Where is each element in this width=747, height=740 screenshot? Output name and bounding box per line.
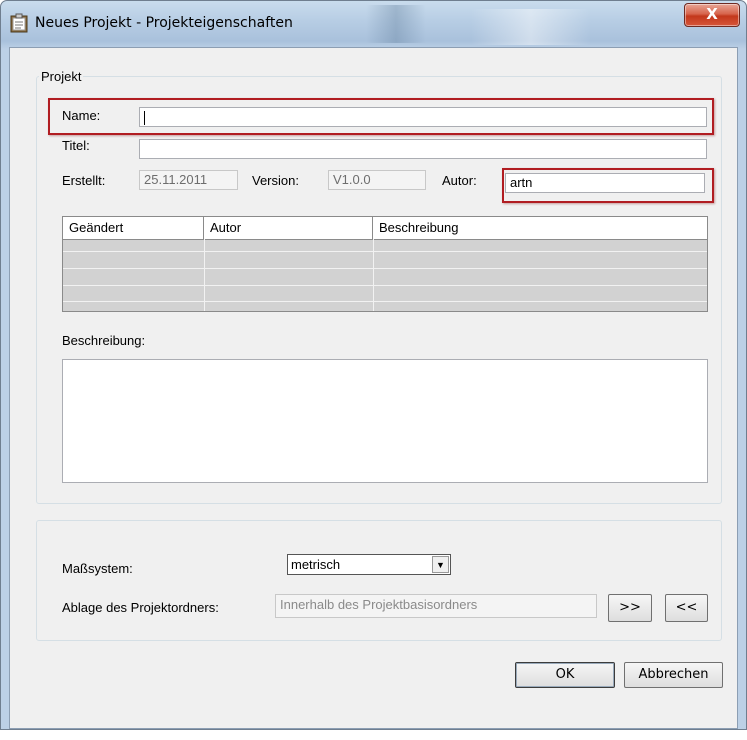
title-bar[interactable]: Neues Projekt - Projekteigenschaften X [1,1,746,47]
column-header-geaendert[interactable]: Geändert [63,217,204,239]
projekt-group-legend: Projekt [39,69,84,84]
cancel-button[interactable]: Abbrechen [624,662,723,688]
close-button[interactable]: X [684,3,740,27]
forward-button[interactable]: >> [608,594,652,622]
titel-label: Titel: [62,138,90,153]
masssystem-label: Maßsystem: [62,561,133,576]
settings-group [36,520,722,641]
masssystem-select[interactable]: metrisch ▼ [287,554,451,575]
erstellt-field: 25.11.2011 [139,170,238,190]
autor-highlight-box [502,168,714,203]
ablage-field: Innerhalb des Projektbasisordners [275,594,597,618]
column-header-autor[interactable]: Autor [204,217,373,239]
history-table-header: Geändert Autor Beschreibung [63,217,707,240]
dialog-body: Projekt Name: Titel: Erstellt: 25.11.201… [9,47,738,729]
back-button[interactable]: << [665,594,708,622]
beschreibung-textarea[interactable] [62,359,708,483]
version-label: Version: [252,173,299,188]
name-highlight-box [48,98,714,135]
chevron-down-icon[interactable]: ▼ [432,556,449,573]
autor-label: Autor: [442,173,477,188]
version-field: V1.0.0 [328,170,426,190]
ablage-label: Ablage des Projektordners: [62,600,219,615]
titel-input[interactable] [139,139,707,159]
clipboard-icon [10,13,28,33]
erstellt-label: Erstellt: [62,173,106,188]
ok-button[interactable]: OK [515,662,615,688]
window-title: Neues Projekt - Projekteigenschaften [35,15,293,31]
column-header-beschreibung[interactable]: Beschreibung [373,217,707,239]
history-table[interactable]: Geändert Autor Beschreibung [62,216,708,312]
masssystem-value: metrisch [291,557,341,572]
dialog-window: Neues Projekt - Projekteigenschaften X P… [0,0,747,730]
beschreibung-label: Beschreibung: [62,333,146,348]
